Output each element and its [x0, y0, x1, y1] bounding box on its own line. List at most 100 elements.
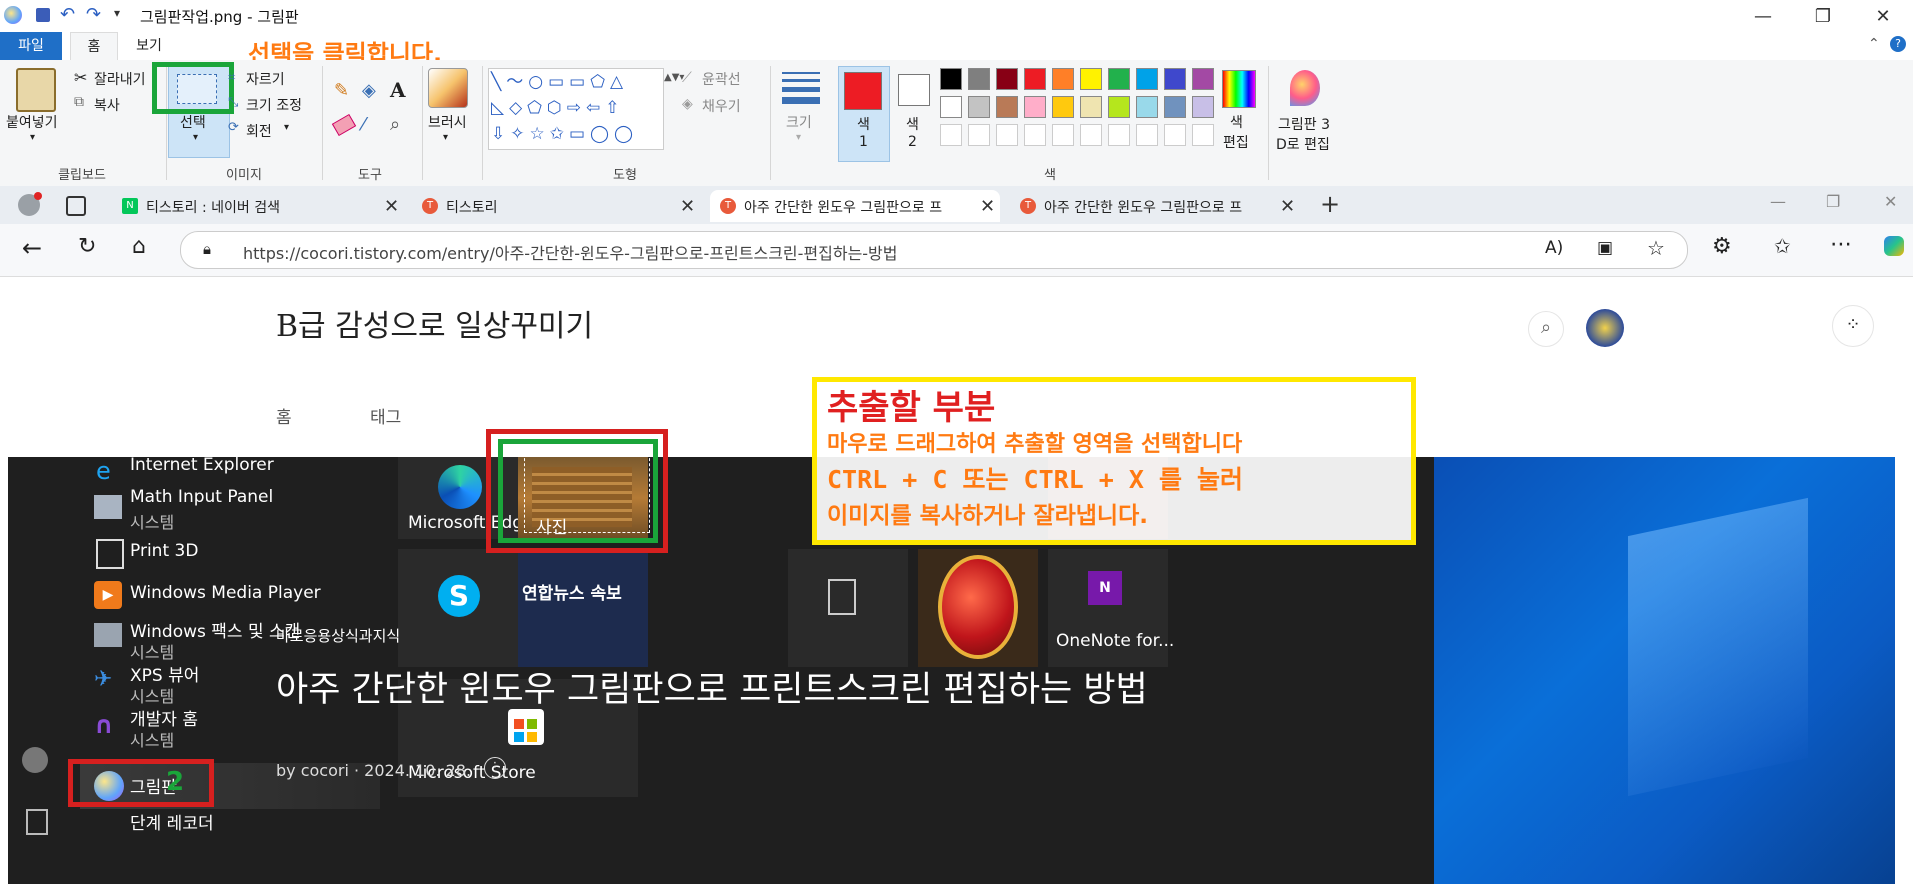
color-swatch[interactable]	[996, 96, 1018, 118]
home-icon[interactable]: ⌂	[132, 234, 146, 259]
crop-icon[interactable]: ⌗	[228, 70, 235, 85]
tab-close-icon[interactable]: ✕	[1280, 196, 1295, 217]
quick-access-dropdown-icon[interactable]: ▾	[114, 6, 120, 20]
shapes-gallery[interactable]: ╲〜○▭▭⬠△ ◺◇⬠⬡⇨⇦⇧ ⇩✧☆✩▭◯◯	[488, 68, 664, 150]
color-swatch[interactable]	[1192, 124, 1214, 146]
post-category[interactable]: 바로응용상식과지식	[276, 625, 400, 646]
back-icon[interactable]: ←	[22, 234, 42, 262]
fill-bucket-icon[interactable]: ◈	[362, 80, 376, 101]
paste-dropdown-icon[interactable]: ▾	[30, 132, 35, 143]
color-picker-icon[interactable]: ⁄	[362, 114, 365, 135]
size-icon[interactable]	[782, 72, 820, 104]
outline-icon[interactable]: ⟋	[682, 70, 692, 86]
close-button[interactable]: ✕	[1860, 4, 1906, 30]
color-swatch[interactable]	[1052, 68, 1074, 90]
brush-dropdown-icon[interactable]: ▾	[443, 132, 448, 143]
color-swatch[interactable]	[1192, 68, 1214, 90]
color2-swatch[interactable]	[898, 74, 930, 106]
nav-home[interactable]: 홈	[276, 403, 292, 428]
color-swatch[interactable]	[1164, 96, 1186, 118]
paste-icon[interactable]	[16, 68, 56, 112]
edit-colors-label-a[interactable]: 색	[1230, 112, 1243, 132]
size-dropdown-icon[interactable]: ▾	[796, 132, 801, 143]
color-swatch[interactable]	[1192, 96, 1214, 118]
scissors-icon[interactable]: ✂	[74, 68, 87, 87]
tab-close-icon[interactable]: ✕	[680, 196, 695, 217]
tab-close-icon[interactable]: ✕	[980, 196, 995, 217]
user-account-icon[interactable]	[22, 747, 48, 773]
browser-tab[interactable]: T 티스토리 ✕	[412, 190, 702, 222]
color-swatch[interactable]	[1164, 124, 1186, 146]
browser-tab[interactable]: N 티스토리 : 네이버 검색 ✕	[112, 190, 404, 222]
refresh-icon[interactable]: ↻	[78, 234, 96, 259]
paint3d-label-b[interactable]: D로 편집	[1276, 134, 1330, 154]
blog-avatar[interactable]	[1586, 309, 1624, 347]
color-swatch[interactable]	[1108, 68, 1130, 90]
color-swatch[interactable]	[1024, 96, 1046, 118]
tab-close-icon[interactable]: ✕	[384, 196, 399, 217]
tab-view[interactable]: 보기	[124, 32, 174, 60]
minimize-button[interactable]: —	[1740, 4, 1786, 30]
color-swatch[interactable]	[1164, 68, 1186, 90]
url-text[interactable]: https://cocori.tistory.com/entry/아주-간단한-…	[243, 240, 898, 264]
color-swatch[interactable]	[940, 96, 962, 118]
paint3d-icon[interactable]	[1290, 70, 1320, 106]
help-icon[interactable]: ?	[1890, 36, 1906, 52]
color-swatch[interactable]	[1080, 68, 1102, 90]
color-swatch[interactable]	[1108, 124, 1130, 146]
redo-icon[interactable]: ↷	[86, 4, 101, 25]
tile-onenote[interactable]: N OneNote for...	[1048, 549, 1174, 667]
info-icon[interactable]: ⋮	[484, 757, 506, 779]
color-swatch[interactable]	[1052, 96, 1074, 118]
eraser-icon[interactable]	[331, 113, 357, 137]
magnifier-icon[interactable]: ⌕	[390, 114, 400, 135]
color-swatch[interactable]	[1080, 124, 1102, 146]
brush-label[interactable]: 브러시	[428, 112, 467, 132]
browser-tab-active[interactable]: T 아주 간단한 윈도우 그림판으로 프 ✕	[710, 190, 1000, 222]
color-swatch[interactable]	[996, 68, 1018, 90]
browser-maximize-button[interactable]: ❐	[1826, 192, 1840, 211]
cut-label[interactable]: 잘라내기	[94, 69, 146, 89]
color-swatch[interactable]	[1080, 96, 1102, 118]
app-item-label[interactable]: Math Input Panel	[130, 487, 273, 507]
brush-icon[interactable]	[428, 68, 468, 108]
read-aloud-icon[interactable]: A)	[1545, 238, 1563, 258]
favorites-icon[interactable]: ✩	[1774, 234, 1791, 258]
fill-icon[interactable]: ◈	[682, 96, 693, 112]
tile-news[interactable]: 연합뉴스 속보	[518, 549, 648, 667]
color-swatch[interactable]	[1136, 124, 1158, 146]
color-swatch[interactable]	[1136, 68, 1158, 90]
color-swatch[interactable]	[968, 68, 990, 90]
color-swatch[interactable]	[1108, 96, 1130, 118]
color-swatch[interactable]	[968, 124, 990, 146]
color-swatch[interactable]	[940, 68, 962, 90]
crop-label[interactable]: 자르기	[246, 69, 285, 89]
resize-label[interactable]: 크기 조정	[246, 95, 302, 115]
rotate-label[interactable]: 회전	[246, 121, 272, 141]
paint3d-label-a[interactable]: 그림판 3	[1278, 114, 1330, 134]
resize-icon[interactable]: ⤡	[228, 95, 238, 110]
color-swatch[interactable]	[940, 124, 962, 146]
app-item-label[interactable]: Internet Explorer	[130, 455, 274, 475]
tab-file[interactable]: 파일	[0, 32, 62, 60]
extensions-icon[interactable]: ⚙	[1712, 234, 1732, 259]
app-item-label[interactable]: 단계 레코더	[130, 809, 214, 834]
copy-icon[interactable]: ⧉	[74, 94, 84, 110]
rotate-icon[interactable]: ⟳	[228, 120, 239, 135]
color-swatch[interactable]	[1024, 124, 1046, 146]
browser-tab[interactable]: T 아주 간단한 윈도우 그림판으로 프 ✕	[1010, 190, 1300, 222]
color-swatch[interactable]	[996, 124, 1018, 146]
save-icon[interactable]	[36, 8, 50, 22]
edit-colors-label-b[interactable]: 편집	[1223, 132, 1249, 152]
tab-home[interactable]: 홈	[70, 32, 118, 61]
color-swatch[interactable]	[1052, 124, 1074, 146]
copilot-icon[interactable]	[1884, 236, 1904, 256]
undo-icon[interactable]: ↶	[60, 4, 75, 25]
browser-minimize-button[interactable]: —	[1770, 192, 1786, 211]
maximize-button[interactable]: ❐	[1800, 4, 1846, 30]
pencil-icon[interactable]: ✎	[334, 80, 349, 101]
site-title[interactable]: B급 감성으로 일상꾸미기	[276, 301, 593, 345]
app-item-label[interactable]: Windows Media Player	[130, 583, 321, 603]
fill-label[interactable]: 채우기	[702, 96, 741, 116]
favorite-star-icon[interactable]: ☆	[1647, 236, 1665, 260]
